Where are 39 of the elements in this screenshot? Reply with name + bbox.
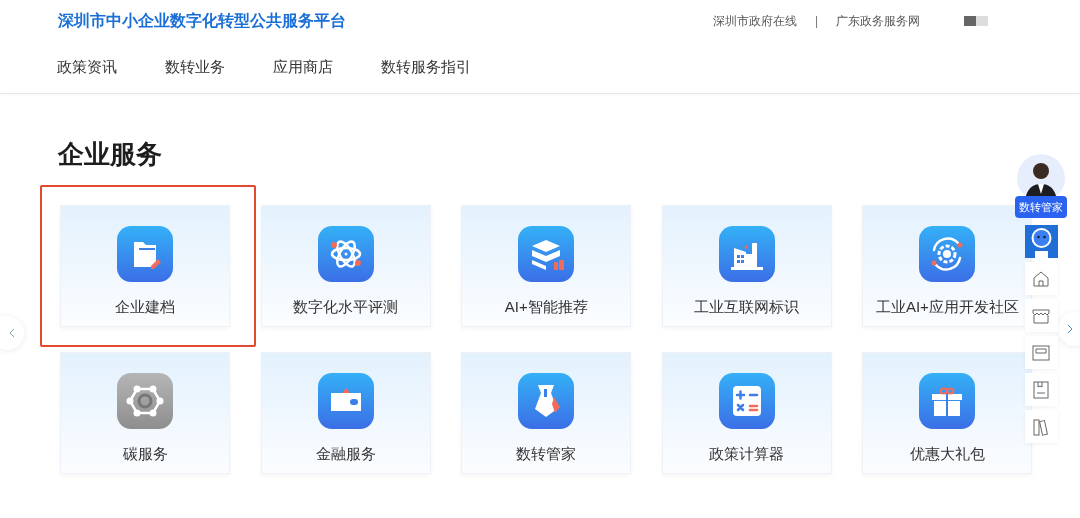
site-title[interactable]: 深圳市中小企业数字化转型公共服务平台 <box>58 9 346 33</box>
service-card[interactable]: AI+智能推荐 <box>461 205 632 327</box>
toggle-icon[interactable] <box>964 15 988 27</box>
card-label: 金融服务 <box>315 444 376 464</box>
service-card[interactable]: 政策计算器 <box>661 352 832 474</box>
separator: | <box>814 13 818 30</box>
toolbar-button[interactable] <box>1024 373 1058 406</box>
document-icon <box>1030 378 1052 401</box>
nav-item[interactable]: 应用商店 <box>273 56 333 79</box>
service-card[interactable]: 优惠大礼包 <box>862 352 1033 474</box>
card-label: AI+智能推荐 <box>504 297 588 317</box>
robot-icon[interactable] <box>1024 225 1058 258</box>
service-card[interactable]: 数转管家 <box>461 352 632 474</box>
header-link[interactable]: 深圳市政府在线 <box>712 12 797 30</box>
toolbar-button[interactable] <box>1024 410 1058 443</box>
toolbar-button[interactable] <box>1024 336 1058 369</box>
nav-item[interactable]: 数转业务 <box>165 56 225 79</box>
card-label: 企业建档 <box>115 297 175 317</box>
nav-item[interactable]: 政策资讯 <box>57 56 117 79</box>
service-card[interactable]: 工业互联网标识 <box>661 205 832 327</box>
chevron-right-icon <box>1067 324 1073 334</box>
card-label: 碳服务 <box>122 444 168 464</box>
header-link[interactable]: 广东政务服务网 <box>836 12 920 30</box>
assistant-button[interactable]: 数转管家 <box>1015 196 1067 218</box>
card-label: 数字化水平评测 <box>293 297 399 317</box>
nav-item[interactable]: 数转服务指引 <box>381 56 471 79</box>
card-label: 数转管家 <box>516 444 577 464</box>
chevron-left-icon <box>9 328 15 338</box>
toolbar-button[interactable] <box>1024 262 1058 295</box>
card-label: 优惠大礼包 <box>909 444 985 464</box>
service-card[interactable]: 企业建档 <box>60 205 230 327</box>
section-title: 企业服务 <box>56 138 163 171</box>
card-label: 工业AI+应用开发社区 <box>875 297 1019 317</box>
card-label: 政策计算器 <box>709 444 785 464</box>
toolbar-button[interactable] <box>1024 299 1058 332</box>
previous-button[interactable] <box>0 316 24 350</box>
service-card[interactable]: 金融服务 <box>260 352 431 474</box>
service-card[interactable]: 数字化水平评测 <box>260 205 431 327</box>
card-label: 工业互联网标识 <box>694 297 800 317</box>
